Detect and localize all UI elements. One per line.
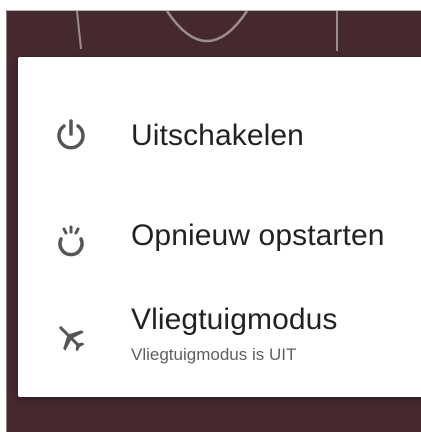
- airplane-icon: [53, 320, 89, 356]
- airplane-mode-status: Vliegtuigmodus is UIT: [131, 345, 297, 364]
- power-menu-dialog: Uitschakelen Opnieuw opstarten Vliegtuig…: [18, 57, 421, 397]
- airplane-mode-label: Vliegtuigmodus: [131, 303, 338, 336]
- restart-icon: [53, 225, 89, 261]
- power-off-option[interactable]: Uitschakelen: [18, 97, 421, 177]
- airplane-mode-option[interactable]: Vliegtuigmodus Vliegtuigmodus is UIT: [18, 295, 421, 377]
- restart-option[interactable]: Opnieuw opstarten: [18, 207, 421, 277]
- power-icon: [53, 117, 89, 153]
- restart-label: Opnieuw opstarten: [131, 219, 385, 252]
- screen-frame: Uitschakelen Opnieuw opstarten Vliegtuig…: [6, 10, 421, 432]
- wallpaper-clock-remnant: [7, 11, 421, 56]
- power-off-label: Uitschakelen: [131, 119, 304, 152]
